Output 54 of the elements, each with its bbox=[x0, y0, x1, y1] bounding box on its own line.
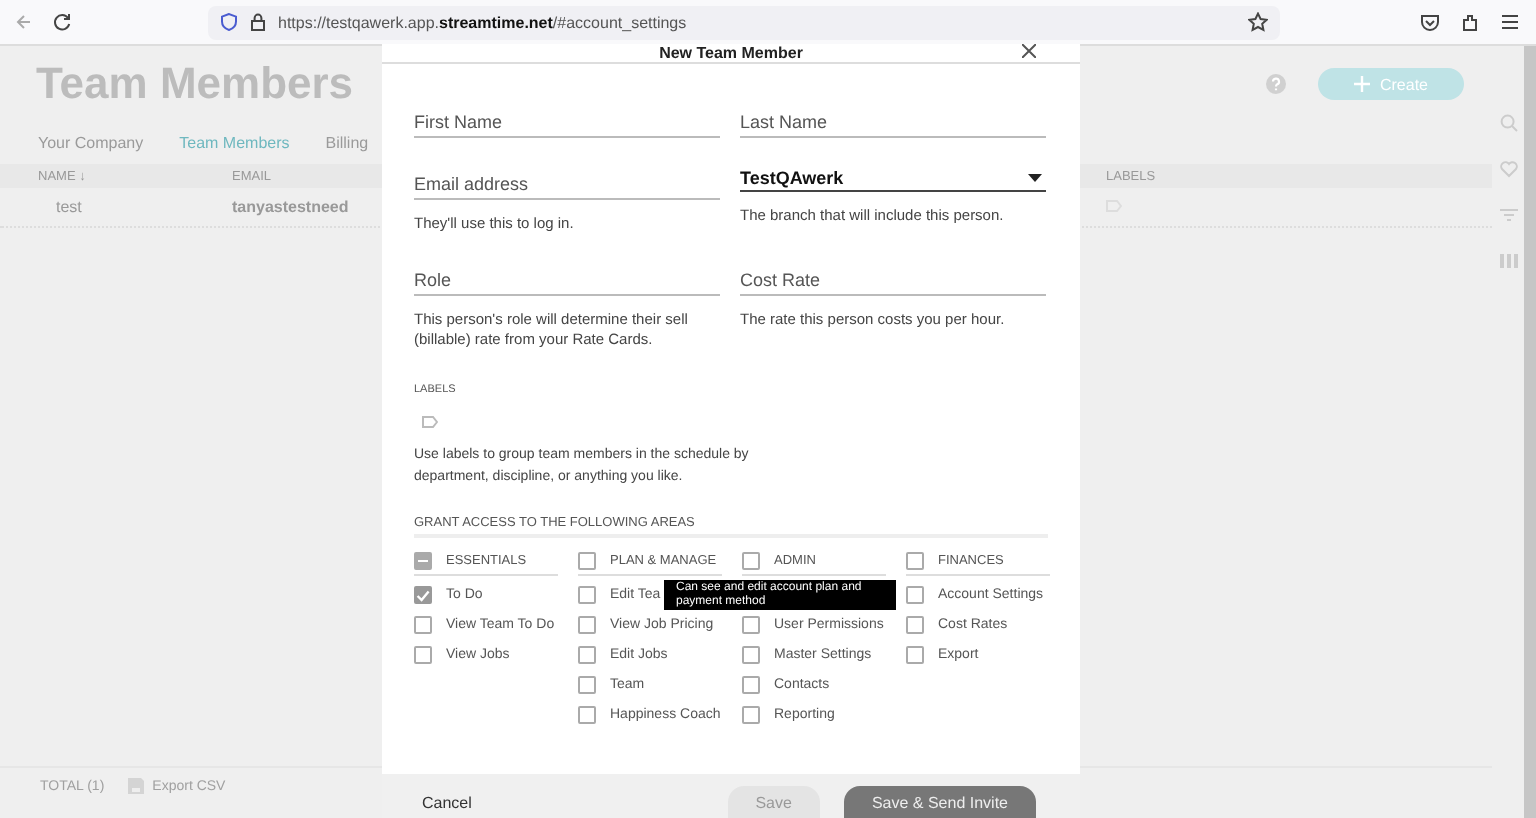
extensions-icon[interactable] bbox=[1460, 12, 1480, 32]
checkbox[interactable] bbox=[742, 616, 760, 634]
help-icon[interactable] bbox=[1266, 74, 1286, 94]
back-arrow-icon[interactable] bbox=[16, 14, 32, 30]
table-cell: tanyastestneed bbox=[232, 198, 349, 216]
tag-icon[interactable] bbox=[422, 416, 438, 428]
tab[interactable]: Your Company bbox=[38, 134, 144, 152]
checkbox[interactable] bbox=[578, 586, 596, 604]
input-field[interactable]: First Name bbox=[414, 109, 720, 137]
checkbox[interactable] bbox=[578, 706, 596, 724]
plus-icon bbox=[1353, 76, 1370, 92]
checkbox[interactable] bbox=[578, 552, 596, 570]
create-button[interactable]: Create bbox=[1318, 68, 1464, 100]
heart-icon[interactable] bbox=[1499, 160, 1517, 178]
tab[interactable]: Billing bbox=[325, 134, 369, 152]
checkbox[interactable] bbox=[578, 616, 596, 634]
reload-icon[interactable] bbox=[52, 12, 72, 32]
star-icon[interactable] bbox=[1248, 12, 1268, 32]
cancel-button[interactable]: Cancel bbox=[422, 786, 472, 818]
checkbox[interactable] bbox=[906, 616, 924, 634]
modal-title: New Team Member bbox=[659, 44, 803, 62]
save-icon bbox=[128, 778, 145, 794]
checkbox[interactable] bbox=[742, 676, 760, 694]
lock-icon bbox=[250, 12, 266, 32]
menu-icon[interactable] bbox=[1500, 12, 1520, 32]
checkbox[interactable] bbox=[414, 616, 432, 634]
table-cell-text: test bbox=[54, 198, 84, 216]
input-field[interactable]: Last Name bbox=[740, 109, 1046, 137]
search-icon[interactable] bbox=[1499, 114, 1517, 132]
checkbox[interactable] bbox=[414, 586, 432, 604]
input-field[interactable]: Email address bbox=[414, 171, 720, 199]
checkbox[interactable] bbox=[578, 646, 596, 664]
checkbox[interactable] bbox=[906, 586, 924, 604]
input-field[interactable]: Cost Rate bbox=[740, 267, 1046, 295]
input-field[interactable]: Role bbox=[414, 267, 720, 295]
scrollbar[interactable] bbox=[1524, 46, 1536, 818]
save-and-send-invite-button[interactable]: Save & Send Invite bbox=[843, 786, 1036, 818]
checkbox[interactable] bbox=[578, 676, 596, 694]
checkbox[interactable] bbox=[742, 646, 760, 664]
checkbox[interactable] bbox=[906, 646, 924, 664]
address-bar[interactable]: https://testqawerk.app.streamtime.net/#account_settings bbox=[208, 5, 1280, 39]
checkbox[interactable] bbox=[414, 552, 432, 570]
checkbox[interactable] bbox=[742, 706, 760, 724]
caret-icon bbox=[1028, 173, 1042, 181]
tab[interactable]: Team Members bbox=[179, 134, 290, 152]
checkbox[interactable] bbox=[414, 646, 432, 664]
filter-icon[interactable] bbox=[1499, 206, 1517, 224]
url-text: https://testqawerk.app.streamtime.net/#account_settings bbox=[278, 13, 689, 31]
shield-icon bbox=[220, 12, 238, 32]
checkbox[interactable] bbox=[742, 552, 760, 570]
branch-dropdown[interactable]: TestQAwerk bbox=[740, 164, 1046, 192]
columns-icon[interactable] bbox=[1499, 252, 1517, 270]
close-icon[interactable] bbox=[1022, 44, 1036, 58]
checkbox[interactable] bbox=[906, 552, 924, 570]
